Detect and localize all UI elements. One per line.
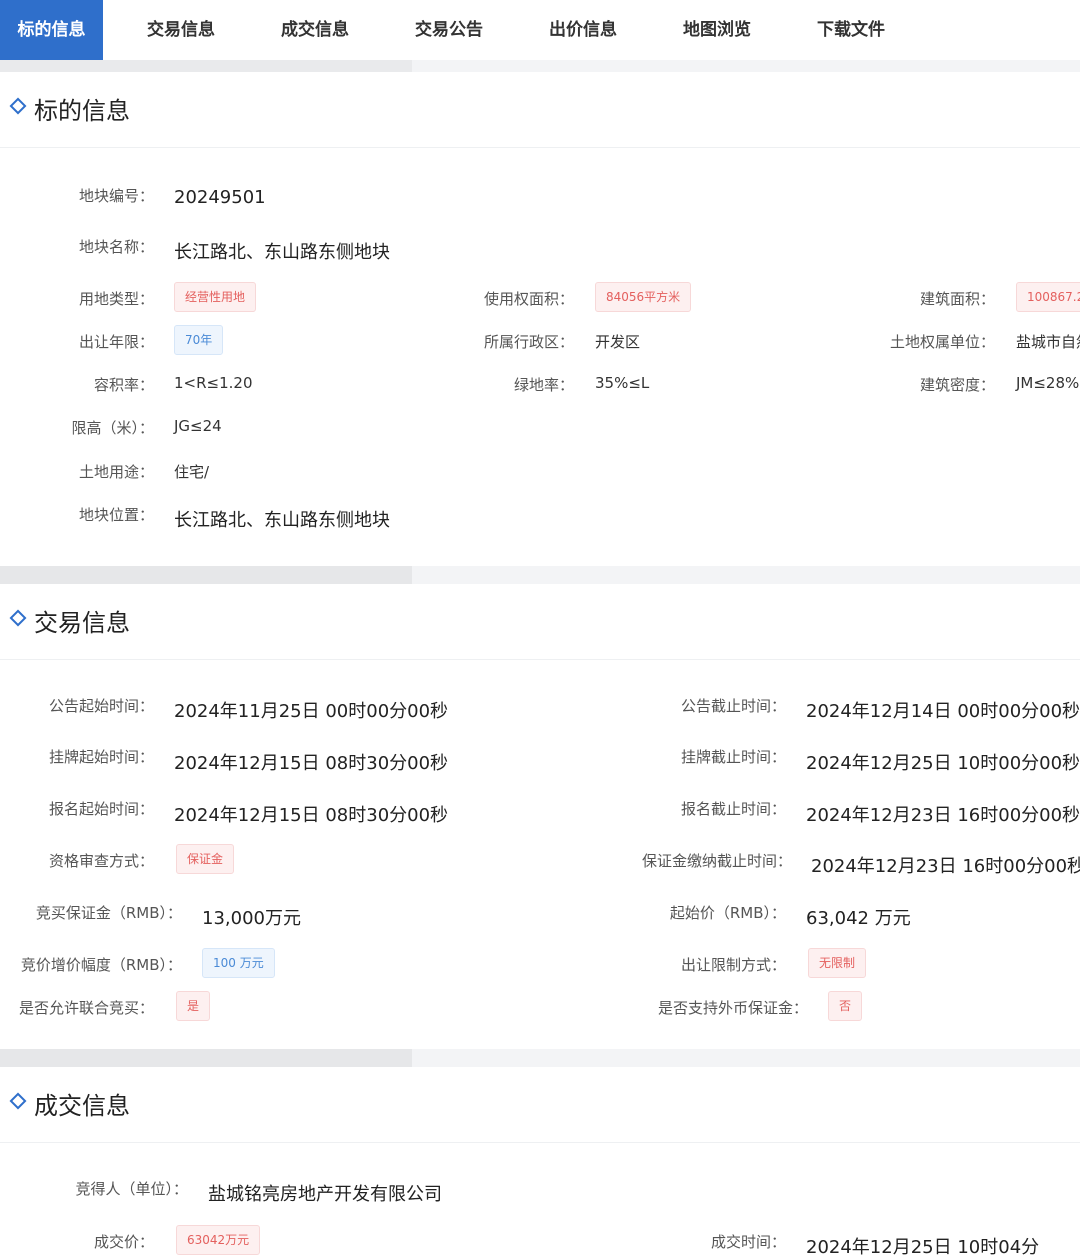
green-label: 绿地率：	[513, 376, 574, 394]
section-divider	[0, 1049, 1080, 1067]
location-value: 长江路北、东山路东侧地块	[174, 510, 390, 531]
land-type-tag: 经营性用地	[174, 282, 257, 312]
use-area-label: 使用权面积：	[483, 290, 574, 308]
density-value: JM≤28%	[1016, 374, 1080, 392]
tabs-divider	[0, 60, 412, 72]
restriction-label: 出让限制方式：	[680, 956, 786, 974]
section-title: 成交信息	[34, 1092, 130, 1120]
deal-time-label: 成交时间：	[710, 1233, 786, 1251]
green-value: 35%≤L	[595, 374, 650, 392]
plot-name-value: 长江路北、东山路东侧地块	[174, 242, 390, 263]
usage-value: 住宅/	[174, 463, 210, 481]
deposit-value: 13,000万元	[202, 908, 301, 929]
signup-start-value: 2024年12月15日 08时30分00秒	[174, 805, 449, 826]
deal-info-section: 成交信息 竞得人（单位）： 盐城铭亮房地产开发有限公司 成交价： 63042万元…	[0, 1067, 1080, 1259]
increment-label: 竞价增价幅度（RMB）：	[20, 956, 182, 974]
winner-label: 竞得人（单位）：	[75, 1180, 188, 1198]
signup-start-label: 报名起始时间：	[48, 800, 154, 818]
diamond-icon	[9, 97, 27, 115]
plot-no-label: 地块编号：	[78, 187, 154, 205]
deal-time-value: 2024年12月25日 10时04分	[806, 1237, 1040, 1258]
location-label: 地块位置：	[78, 506, 154, 524]
section-title: 交易信息	[34, 609, 130, 637]
build-area-tag: 100867.2	[1016, 282, 1080, 312]
listing-start-value: 2024年12月15日 08时30分00秒	[174, 753, 449, 774]
foreign-label: 是否支持外币保证金：	[657, 999, 808, 1017]
joint-tag: 是	[176, 991, 211, 1021]
deposit-deadline-label: 保证金缴纳截止时间：	[641, 852, 792, 870]
signup-end-label: 报名截止时间：	[680, 800, 786, 818]
tab-trade-notice[interactable]: 交易公告	[392, 0, 506, 60]
far-value: 1<R≤1.20	[174, 374, 253, 392]
density-label: 建筑密度：	[919, 376, 995, 394]
section-header: 交易信息	[0, 584, 1080, 660]
tab-trade-info[interactable]: 交易信息	[124, 0, 238, 60]
notice-start-label: 公告起始时间：	[48, 697, 154, 715]
tab-bid-info[interactable]: 出价信息	[526, 0, 640, 60]
height-label: 限高（米）：	[71, 419, 154, 437]
land-type-label: 用地类型：	[78, 290, 154, 308]
far-label: 容积率：	[93, 376, 154, 394]
tab-bar: 标的信息 交易信息 成交信息 交易公告 出价信息 地图浏览 下载文件	[0, 0, 1080, 67]
tab-deal-info[interactable]: 成交信息	[258, 0, 372, 60]
joint-label: 是否允许联合竞买：	[18, 999, 154, 1017]
plot-name-label: 地块名称：	[78, 238, 154, 256]
start-price-value: 63,042 万元	[806, 908, 911, 929]
deposit-deadline-value: 2024年12月23日 16时00分00秒	[811, 856, 1080, 877]
signup-end-value: 2024年12月23日 16时00分00秒	[806, 805, 1080, 826]
tab-download-files[interactable]: 下载文件	[794, 0, 908, 60]
restriction-tag: 无限制	[808, 948, 867, 978]
term-label: 出让年限：	[78, 333, 154, 351]
diamond-icon	[9, 1092, 27, 1110]
listing-end-label: 挂牌截止时间：	[680, 748, 786, 766]
deal-price-tag: 63042万元	[176, 1225, 261, 1255]
section-divider	[0, 566, 1080, 584]
notice-end-value: 2024年12月14日 00时00分00秒	[806, 701, 1080, 722]
winner-value: 盐城铭亮房地产开发有限公司	[208, 1184, 442, 1205]
term-tag: 70年	[174, 325, 224, 355]
increment-tag: 100 万元	[202, 948, 275, 978]
usage-label: 土地用途：	[78, 463, 154, 481]
owner-value: 盐城市自然	[1016, 333, 1080, 351]
deposit-label: 竞买保证金（RMB）：	[35, 904, 182, 922]
tab-map-browse[interactable]: 地图浏览	[660, 0, 774, 60]
district-value: 开发区	[595, 333, 641, 351]
deal-price-label: 成交价：	[93, 1233, 154, 1251]
target-info-section: 标的信息 地块编号： 20249501 地块名称： 长江路北、东山路东侧地块 用…	[0, 72, 1080, 566]
review-tag: 保证金	[176, 844, 235, 874]
plot-no-value: 20249501	[174, 187, 266, 208]
listing-start-label: 挂牌起始时间：	[48, 748, 154, 766]
build-area-label: 建筑面积：	[919, 290, 995, 308]
notice-start-value: 2024年11月25日 00时00分00秒	[174, 701, 449, 722]
notice-end-label: 公告截止时间：	[680, 697, 786, 715]
review-label: 资格审查方式：	[48, 852, 154, 870]
start-price-label: 起始价（RMB）：	[669, 904, 786, 922]
foreign-tag: 否	[828, 991, 863, 1021]
trade-info-section: 交易信息 公告起始时间： 2024年11月25日 00时00分00秒 公告截止时…	[0, 584, 1080, 1049]
district-label: 所属行政区：	[483, 333, 574, 351]
section-header: 标的信息	[0, 72, 1080, 148]
tab-target-info[interactable]: 标的信息	[0, 0, 103, 67]
listing-end-value: 2024年12月25日 10时00分00秒	[806, 753, 1080, 774]
height-value: JG≤24	[174, 417, 222, 435]
use-area-tag: 84056平方米	[595, 282, 692, 312]
section-title: 标的信息	[34, 97, 130, 125]
diamond-icon	[9, 609, 27, 627]
owner-label: 土地权属单位：	[889, 333, 995, 351]
section-header: 成交信息	[0, 1067, 1080, 1143]
